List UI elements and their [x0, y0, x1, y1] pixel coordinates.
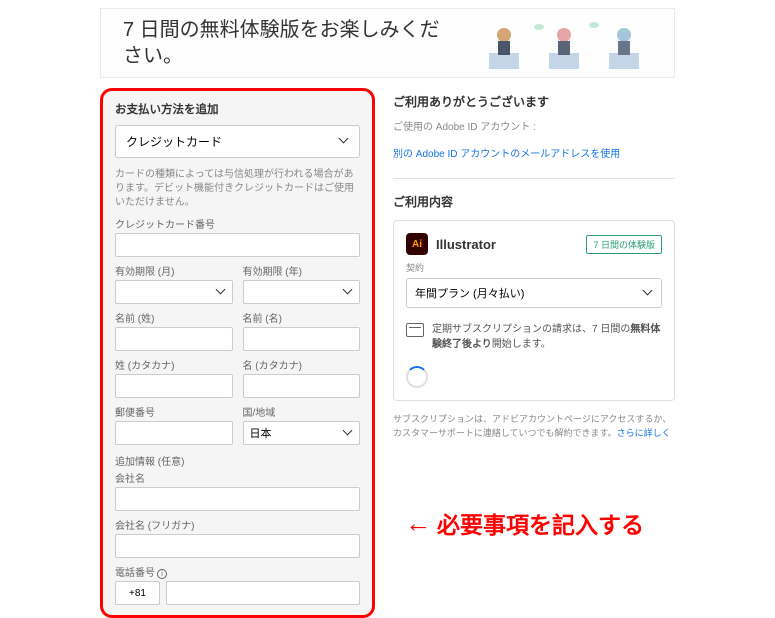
- chevron-down-icon: [344, 429, 353, 438]
- last-name-kana-input[interactable]: [115, 374, 233, 398]
- country-value: 日本: [250, 425, 272, 441]
- last-name-label: 名前 (姓): [115, 310, 233, 325]
- thanks-heading: ご利用ありがとうございます: [393, 93, 675, 110]
- learn-more-link[interactable]: さらに詳しく: [617, 428, 671, 438]
- payment-type-select[interactable]: クレジットカード: [115, 125, 360, 158]
- company-kana-label: 会社名 (フリガナ): [115, 517, 360, 532]
- contract-label: 契約: [406, 261, 662, 274]
- annotation: ← 必要事項を記入する: [405, 506, 644, 540]
- expiry-month-label: 有効期限 (月): [115, 263, 233, 278]
- expiry-year-select[interactable]: [243, 280, 361, 304]
- banner-text: 7 日間の無料体験版をお楽しみください。: [123, 17, 453, 69]
- usage-heading: ご利用内容: [393, 193, 675, 210]
- chevron-down-icon: [344, 288, 353, 297]
- card-number-label: クレジットカード番号: [115, 216, 360, 231]
- postal-label: 郵便番号: [115, 404, 233, 419]
- last-name-input[interactable]: [115, 327, 233, 351]
- first-name-kana-label: 名 (カタカナ): [243, 357, 361, 372]
- optional-heading: 追加情報 (任意): [115, 453, 360, 468]
- calendar-icon: [406, 323, 424, 337]
- plan-select[interactable]: 年間プラン (月々払い): [406, 278, 662, 308]
- first-name-input[interactable]: [243, 327, 361, 351]
- payment-form-panel: お支払い方法を追加 クレジットカード カードの種類によっては与信処理が行われる場…: [100, 88, 375, 618]
- other-account-link[interactable]: 別の Adobe ID アカウントのメールアドレスを使用: [393, 145, 675, 160]
- company-label: 会社名: [115, 470, 360, 485]
- chevron-down-icon: [644, 289, 653, 298]
- account-label: ご使用の Adobe ID アカウント :: [393, 118, 675, 133]
- expiry-year-label: 有効期限 (年): [243, 263, 361, 278]
- payment-heading: お支払い方法を追加: [115, 101, 360, 117]
- arrow-left-icon: ←: [405, 510, 431, 536]
- footer-note: サブスクリプションは、アドビアカウントページにアクセスするか、カスタマーサポート…: [393, 413, 675, 440]
- card-disclaimer: カードの種類によっては与信処理が行われる場合があります。デビット機能付きクレジッ…: [115, 168, 360, 210]
- company-input[interactable]: [115, 487, 360, 511]
- first-name-kana-input[interactable]: [243, 374, 361, 398]
- banner-illustration: [479, 15, 659, 73]
- company-kana-input[interactable]: [115, 534, 360, 558]
- phone-prefix[interactable]: +81: [115, 581, 160, 605]
- country-select[interactable]: 日本: [243, 421, 361, 445]
- first-name-label: 名前 (名): [243, 310, 361, 325]
- chevron-down-icon: [340, 137, 349, 146]
- illustrator-icon: Ai: [406, 233, 428, 255]
- phone-input[interactable]: [166, 581, 360, 605]
- postal-input[interactable]: [115, 421, 233, 445]
- product-card: Ai Illustrator 7 日間の体験版 契約 年間プラン (月々払い) …: [393, 220, 675, 401]
- annotation-text: 必要事項を記入する: [437, 506, 644, 540]
- info-icon: i: [157, 569, 167, 579]
- loading-spinner: [406, 366, 428, 388]
- subscription-note: 定期サブスクリプションの請求は、7 日間の無料体験終了後より開始します。: [432, 322, 662, 352]
- country-label: 国/地域: [243, 404, 361, 419]
- trial-banner: 7 日間の無料体験版をお楽しみください。: [100, 8, 675, 78]
- phone-label: 電話番号i: [115, 564, 360, 579]
- plan-value: 年間プラン (月々払い): [415, 285, 524, 301]
- divider: [393, 178, 675, 179]
- trial-badge: 7 日間の体験版: [586, 235, 662, 254]
- expiry-month-select[interactable]: [115, 280, 233, 304]
- payment-type-value: クレジットカード: [126, 133, 222, 150]
- last-name-kana-label: 姓 (カタカナ): [115, 357, 233, 372]
- product-name: Illustrator: [436, 237, 496, 252]
- card-number-input[interactable]: [115, 233, 360, 257]
- chevron-down-icon: [217, 288, 226, 297]
